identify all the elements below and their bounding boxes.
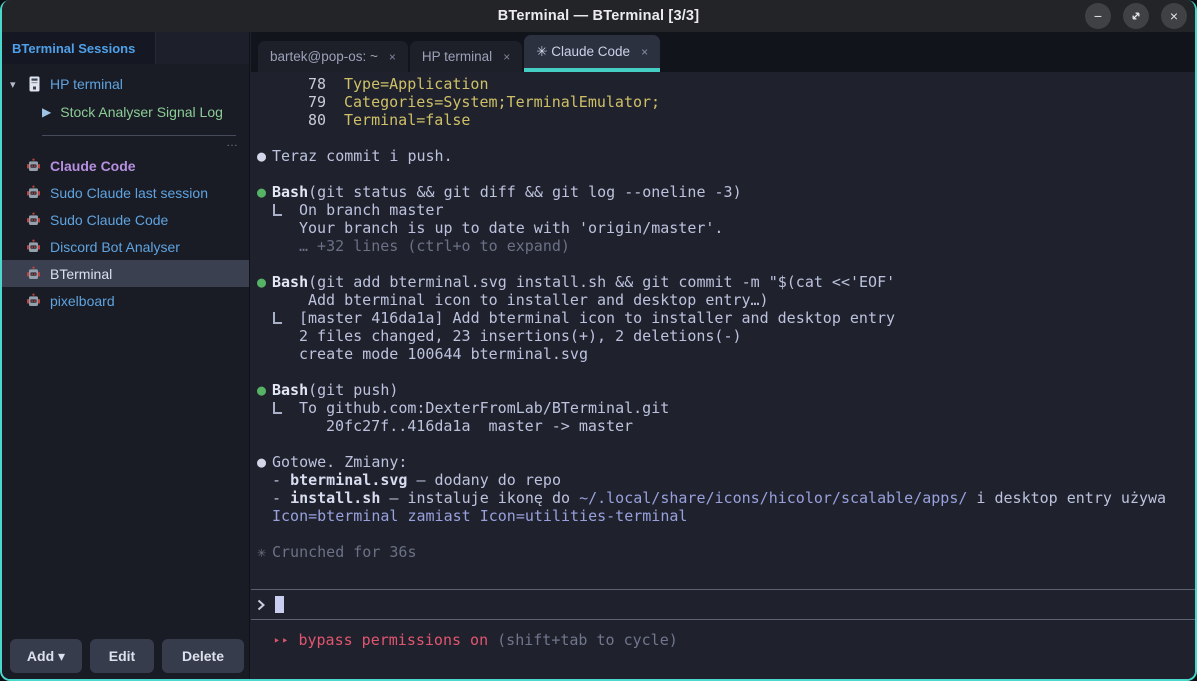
bash-output: [master 416da1a] Add bterminal icon to i… xyxy=(254,309,1195,327)
play-triangle-icon: ▶ xyxy=(42,105,51,119)
bterminal-window: BTerminal — BTerminal [3/3] − × BTermina… xyxy=(0,0,1197,681)
robot-icon xyxy=(26,266,41,281)
prompt-chevron-icon xyxy=(256,598,266,612)
divider-line xyxy=(42,135,236,136)
tab-claude-code[interactable]: ✳ Claude Code × xyxy=(524,35,660,72)
output-connector-icon xyxy=(273,312,282,324)
robot-icon xyxy=(26,212,41,227)
session-item-discord-bot-analyser[interactable]: Discord Bot Analyser xyxy=(2,233,249,260)
minimize-button[interactable]: − xyxy=(1085,3,1111,29)
terminal-pane: 78Type=Application 79Categories=System;T… xyxy=(251,72,1195,679)
maximize-icon xyxy=(1130,10,1142,22)
tab-close-icon[interactable]: × xyxy=(641,45,648,59)
tab-label: ✳ Claude Code xyxy=(536,44,630,60)
tab-close-icon[interactable]: × xyxy=(389,50,396,64)
sidebar-header: BTerminal Sessions xyxy=(2,32,249,64)
bash-output: Your branch is up to date with 'origin/m… xyxy=(254,219,1195,237)
edit-session-button[interactable]: Edit xyxy=(90,639,154,673)
bash-command: ●Bash(git add bterminal.svg install.sh &… xyxy=(254,273,1195,291)
bash-command-continued: Add bterminal icon to installer and desk… xyxy=(254,291,1195,309)
title-bar[interactable]: BTerminal — BTerminal [3/3] − × xyxy=(2,0,1195,32)
tree-divider: … xyxy=(2,126,249,152)
session-label: Discord Bot Analyser xyxy=(50,239,180,255)
maximize-button[interactable] xyxy=(1123,3,1149,29)
output-connector-icon xyxy=(273,204,282,216)
session-item-bterminal[interactable]: BTerminal xyxy=(2,260,249,287)
session-label: Claude Code xyxy=(50,158,136,174)
text-cursor xyxy=(275,596,284,613)
robot-icon xyxy=(26,158,41,173)
tab-hp-terminal[interactable]: HP terminal × xyxy=(410,41,522,72)
close-button[interactable]: × xyxy=(1161,3,1187,29)
session-item-pixelboard[interactable]: pixelboard xyxy=(2,287,249,314)
bash-output: create mode 100644 bterminal.svg xyxy=(254,345,1195,363)
tree-item-stock-analyser-log[interactable]: ▶ Stock Analyser Signal Log xyxy=(2,98,249,126)
bash-output: 2 files changed, 23 insertions(+), 2 del… xyxy=(254,327,1195,345)
assistant-message: ●Teraz commit i push. xyxy=(254,147,1195,165)
success-bullet-icon: ● xyxy=(257,381,266,399)
message-bullet-icon: ● xyxy=(257,147,266,165)
summary-item: - install.sh — instaluje ikonę do ~/.loc… xyxy=(254,489,1195,507)
double-arrow-icon: ‣‣ xyxy=(273,634,289,648)
session-item-sudo-claude-code[interactable]: Sudo Claude Code xyxy=(2,206,249,233)
divider-ellipsis: … xyxy=(226,135,239,149)
caret-down-icon[interactable]: ▾ xyxy=(10,78,26,91)
sidebar-title: BTerminal Sessions xyxy=(12,41,135,56)
robot-icon xyxy=(26,293,41,308)
window-controls: − × xyxy=(1085,3,1187,29)
sessions-sidebar: BTerminal Sessions ▾ HP terminal ▶ Stock… xyxy=(2,32,250,679)
summary-item-continued: Icon=bterminal zamiast Icon=utilities-te… xyxy=(254,507,1195,525)
spinner-asterisk-icon: ✳ xyxy=(257,543,266,561)
permissions-status: ‣‣ bypass permissions on (shift+tab to cy… xyxy=(251,631,1195,649)
close-icon: × xyxy=(1170,8,1178,24)
add-session-button[interactable]: Add ▾ xyxy=(10,639,82,673)
computer-icon xyxy=(28,76,41,92)
session-item-sudo-claude-last-session[interactable]: Sudo Claude last session xyxy=(2,179,249,206)
output-connector-icon xyxy=(273,402,282,414)
delete-session-button[interactable]: Delete xyxy=(162,639,244,673)
tab-label: HP terminal xyxy=(422,49,492,64)
session-tree: ▾ HP terminal ▶ Stock Analyser Signal Lo… xyxy=(2,64,249,152)
session-list: Claude Code Sudo Claude last session Sud… xyxy=(2,152,249,314)
tab-close-icon[interactable]: × xyxy=(503,50,510,64)
window-title: BTerminal — BTerminal [3/3] xyxy=(498,8,699,24)
prompt-input[interactable] xyxy=(251,589,1195,620)
tab-bartek-pop-os[interactable]: bartek@pop-os: ~ × xyxy=(258,41,408,72)
session-label: pixelboard xyxy=(50,293,115,309)
bash-output: 20fc27f..416da1a master -> master xyxy=(254,417,1195,435)
bash-command: ●Bash(git push) xyxy=(254,381,1195,399)
summary-item: - bterminal.svg — dodany do repo xyxy=(254,471,1195,489)
tree-item-label: HP terminal xyxy=(50,76,123,92)
minimize-icon: − xyxy=(1094,8,1102,24)
robot-icon xyxy=(26,185,41,200)
tree-item-hp-terminal[interactable]: ▾ HP terminal xyxy=(2,70,249,98)
status-highlight: bypass permissions on xyxy=(298,631,488,649)
robot-icon xyxy=(26,239,41,254)
config-line: 79Categories=System;TerminalEmulator; xyxy=(254,93,1195,111)
terminal-tab-bar: bartek@pop-os: ~ × HP terminal × ✳ Claud… xyxy=(251,32,1195,72)
expand-hint: … +32 lines (ctrl+o to expand) xyxy=(254,237,1195,255)
session-label: Sudo Claude Code xyxy=(50,212,168,228)
config-line: 80Terminal=false xyxy=(254,111,1195,129)
assistant-message: ●Gotowe. Zmiany: xyxy=(254,453,1195,471)
sidebar-header-tab: BTerminal Sessions xyxy=(2,32,156,64)
tree-child-label: Stock Analyser Signal Log xyxy=(60,104,223,120)
tab-label: bartek@pop-os: ~ xyxy=(270,49,378,64)
session-item-claude-code[interactable]: Claude Code xyxy=(2,152,249,179)
session-label: BTerminal xyxy=(50,266,112,282)
session-label: Sudo Claude last session xyxy=(50,185,208,201)
config-line: 78Type=Application xyxy=(254,75,1195,93)
bash-output: To github.com:DexterFromLab/BTerminal.gi… xyxy=(254,399,1195,417)
bash-command: ●Bash(git status && git diff && git log … xyxy=(254,183,1195,201)
sidebar-buttons: Add ▾ Edit Delete xyxy=(10,639,244,673)
message-bullet-icon: ● xyxy=(257,453,266,471)
terminal-output: 78Type=Application 79Categories=System;T… xyxy=(251,72,1195,561)
status-hint: (shift+tab to cycle) xyxy=(488,631,678,649)
success-bullet-icon: ● xyxy=(257,273,266,291)
crunched-status: ✳Crunched for 36s xyxy=(254,543,1195,561)
success-bullet-icon: ● xyxy=(257,183,266,201)
bash-output: On branch master xyxy=(254,201,1195,219)
